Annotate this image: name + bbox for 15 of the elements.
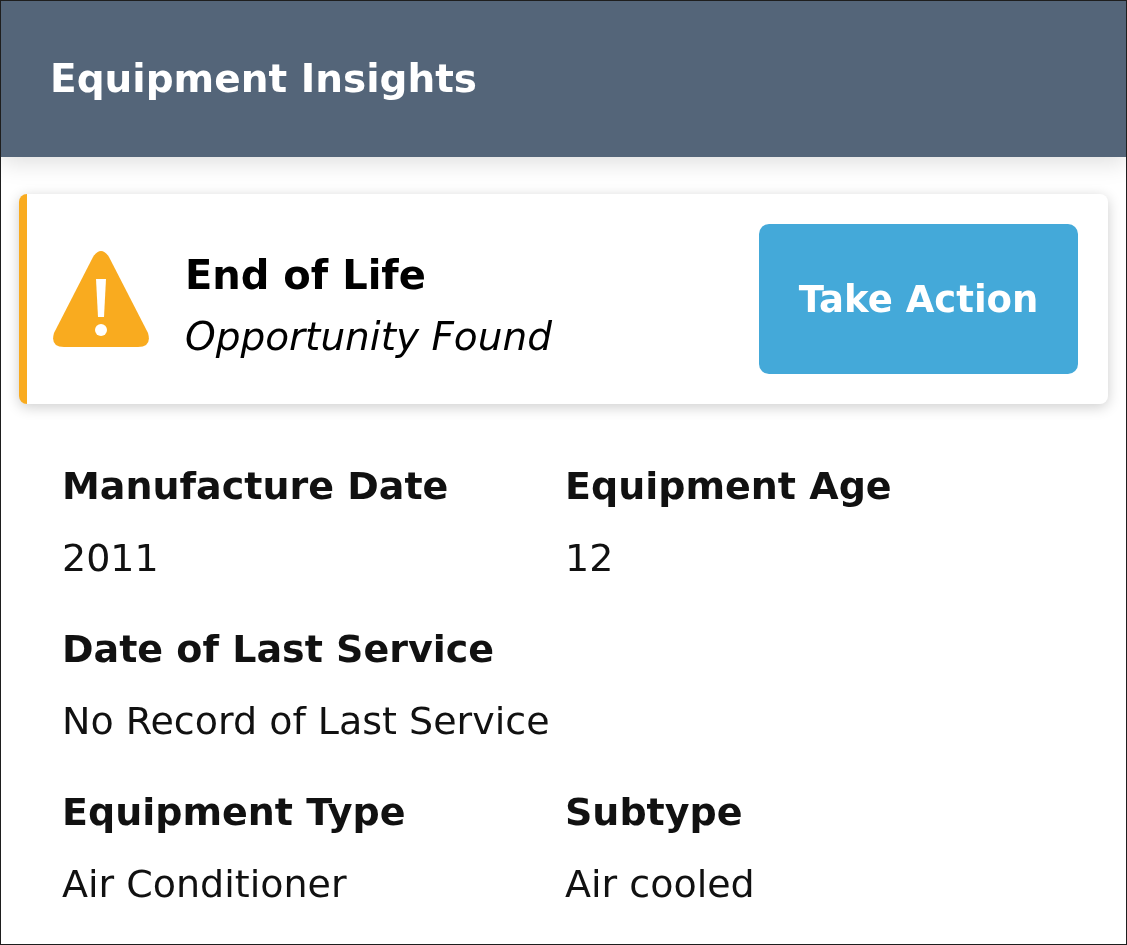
field-label: Equipment Type	[62, 789, 407, 836]
field-label: Manufacture Date	[62, 463, 450, 510]
field-value: 2011	[62, 535, 160, 582]
warning-icon	[52, 251, 150, 347]
field-value: Air cooled	[565, 861, 756, 908]
field-label: Date of Last Service	[62, 626, 496, 673]
field-value: 12	[565, 535, 615, 582]
field-label: Equipment Age	[565, 463, 893, 510]
alert-title: End of Life	[185, 251, 427, 300]
action-button[interactable]: Take Action	[759, 224, 1078, 374]
field-label: Subtype	[565, 789, 744, 836]
alert-subtitle: Opportunity Found	[185, 313, 553, 361]
field-value: No Record of Last Service	[62, 698, 551, 745]
header-title: Equipment Insights	[50, 55, 478, 103]
field-value: Air Conditioner	[62, 861, 348, 908]
